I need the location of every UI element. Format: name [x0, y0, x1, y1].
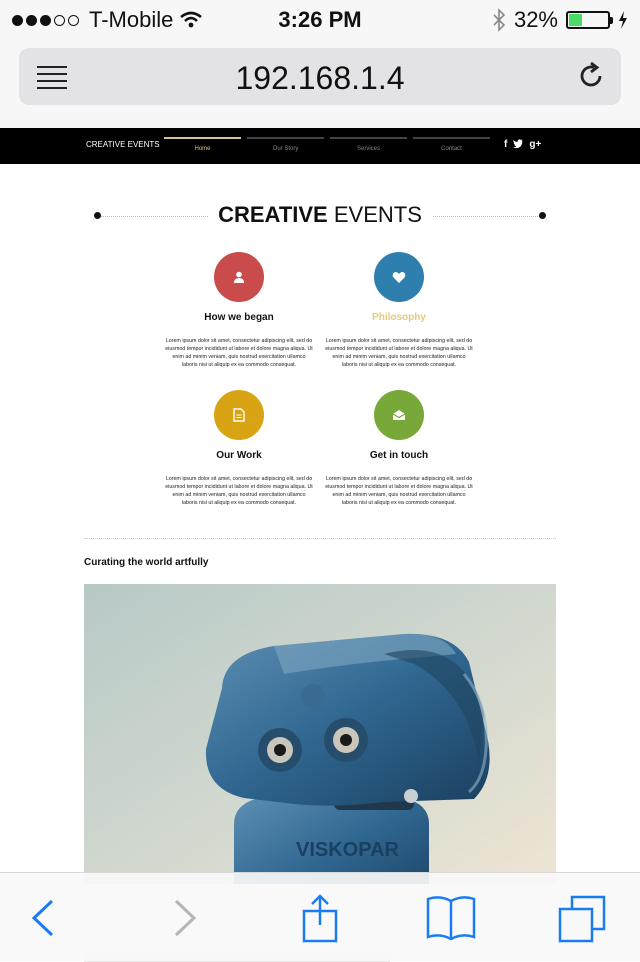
nav-contact-label: Contact	[441, 146, 462, 152]
battery-area: 32%	[492, 7, 628, 33]
envelope-icon[interactable]	[374, 390, 424, 440]
battery-percent: 32%	[513, 7, 558, 32]
facebook-icon[interactable]: f	[504, 139, 507, 151]
page-content: CREATIVE EVENTS How we began Lorem ipsum…	[0, 164, 640, 962]
nav-home[interactable]: Home	[164, 137, 241, 165]
heart-icon[interactable]	[374, 252, 424, 302]
section-divider	[84, 538, 556, 539]
site-brand[interactable]: CREATIVE EVENTS	[86, 140, 160, 149]
feature-title: Philosophy	[372, 312, 426, 323]
address-bar[interactable]: 192.168.1.4	[19, 48, 621, 105]
back-icon[interactable]	[20, 893, 70, 943]
photo-text: VISKOPAR	[296, 839, 400, 861]
title-bold: CREATIVE	[218, 202, 328, 227]
bluetooth-icon	[493, 8, 506, 32]
section-title: CREATIVE EVENTS	[94, 202, 546, 232]
feature-text: Lorem ipsum dolor sit amet, consectetur …	[325, 338, 473, 368]
feature-our-work: Our Work Lorem ipsum dolor sit amet, con…	[164, 390, 314, 507]
nav-services[interactable]: Services	[330, 137, 407, 165]
reload-icon[interactable]	[575, 60, 607, 92]
feature-title: How we began	[204, 312, 274, 323]
feature-text: Lorem ipsum dolor sit amet, consectetur …	[325, 476, 473, 506]
feature-how-we-began: How we began Lorem ipsum dolor sit amet,…	[164, 252, 314, 369]
battery-icon	[566, 11, 613, 29]
feature-text: Lorem ipsum dolor sit amet, consectetur …	[165, 476, 313, 506]
feature-philosophy: Philosophy Lorem ipsum dolor sit amet, c…	[324, 252, 474, 369]
google-plus-icon[interactable]: g+	[529, 139, 541, 151]
nav-our-story[interactable]: Our Story	[247, 137, 324, 165]
share-icon[interactable]	[296, 893, 346, 943]
site-navbar: CREATIVE EVENTS Home Our Story Services …	[0, 128, 640, 164]
feature-title: Our Work	[216, 450, 262, 461]
status-bar: T-Mobile 3:26 PM 32%	[0, 0, 640, 40]
url-text[interactable]: 192.168.1.4	[19, 60, 621, 97]
social-links: f g+	[504, 139, 541, 151]
tabs-icon[interactable]	[558, 893, 608, 943]
section-subheading: Curating the world artfully	[84, 557, 209, 568]
nav-home-label: Home	[194, 146, 211, 152]
document-icon[interactable]	[214, 390, 264, 440]
nav-our-story-label: Our Story	[272, 146, 299, 152]
feature-title: Get in touch	[369, 450, 429, 461]
forward-icon[interactable]	[158, 893, 208, 943]
twitter-icon[interactable]	[513, 139, 524, 151]
title-rest: EVENTS	[333, 202, 422, 227]
nav-contact[interactable]: Contact	[413, 137, 490, 165]
feature-get-in-touch: Get in touch Lorem ipsum dolor sit amet,…	[324, 390, 474, 507]
charging-icon	[619, 11, 627, 29]
feature-text: Lorem ipsum dolor sit amet, consectetur …	[165, 338, 313, 368]
user-icon[interactable]	[214, 252, 264, 302]
nav-services-label: Services	[356, 146, 380, 152]
browser-chrome: 192.168.1.4	[0, 40, 640, 128]
browser-toolbar	[0, 872, 640, 961]
bookmarks-icon[interactable]	[426, 893, 476, 943]
hero-photo[interactable]: VISKOPAR	[84, 584, 556, 884]
binocular-viewer-image: VISKOPAR	[84, 584, 556, 884]
